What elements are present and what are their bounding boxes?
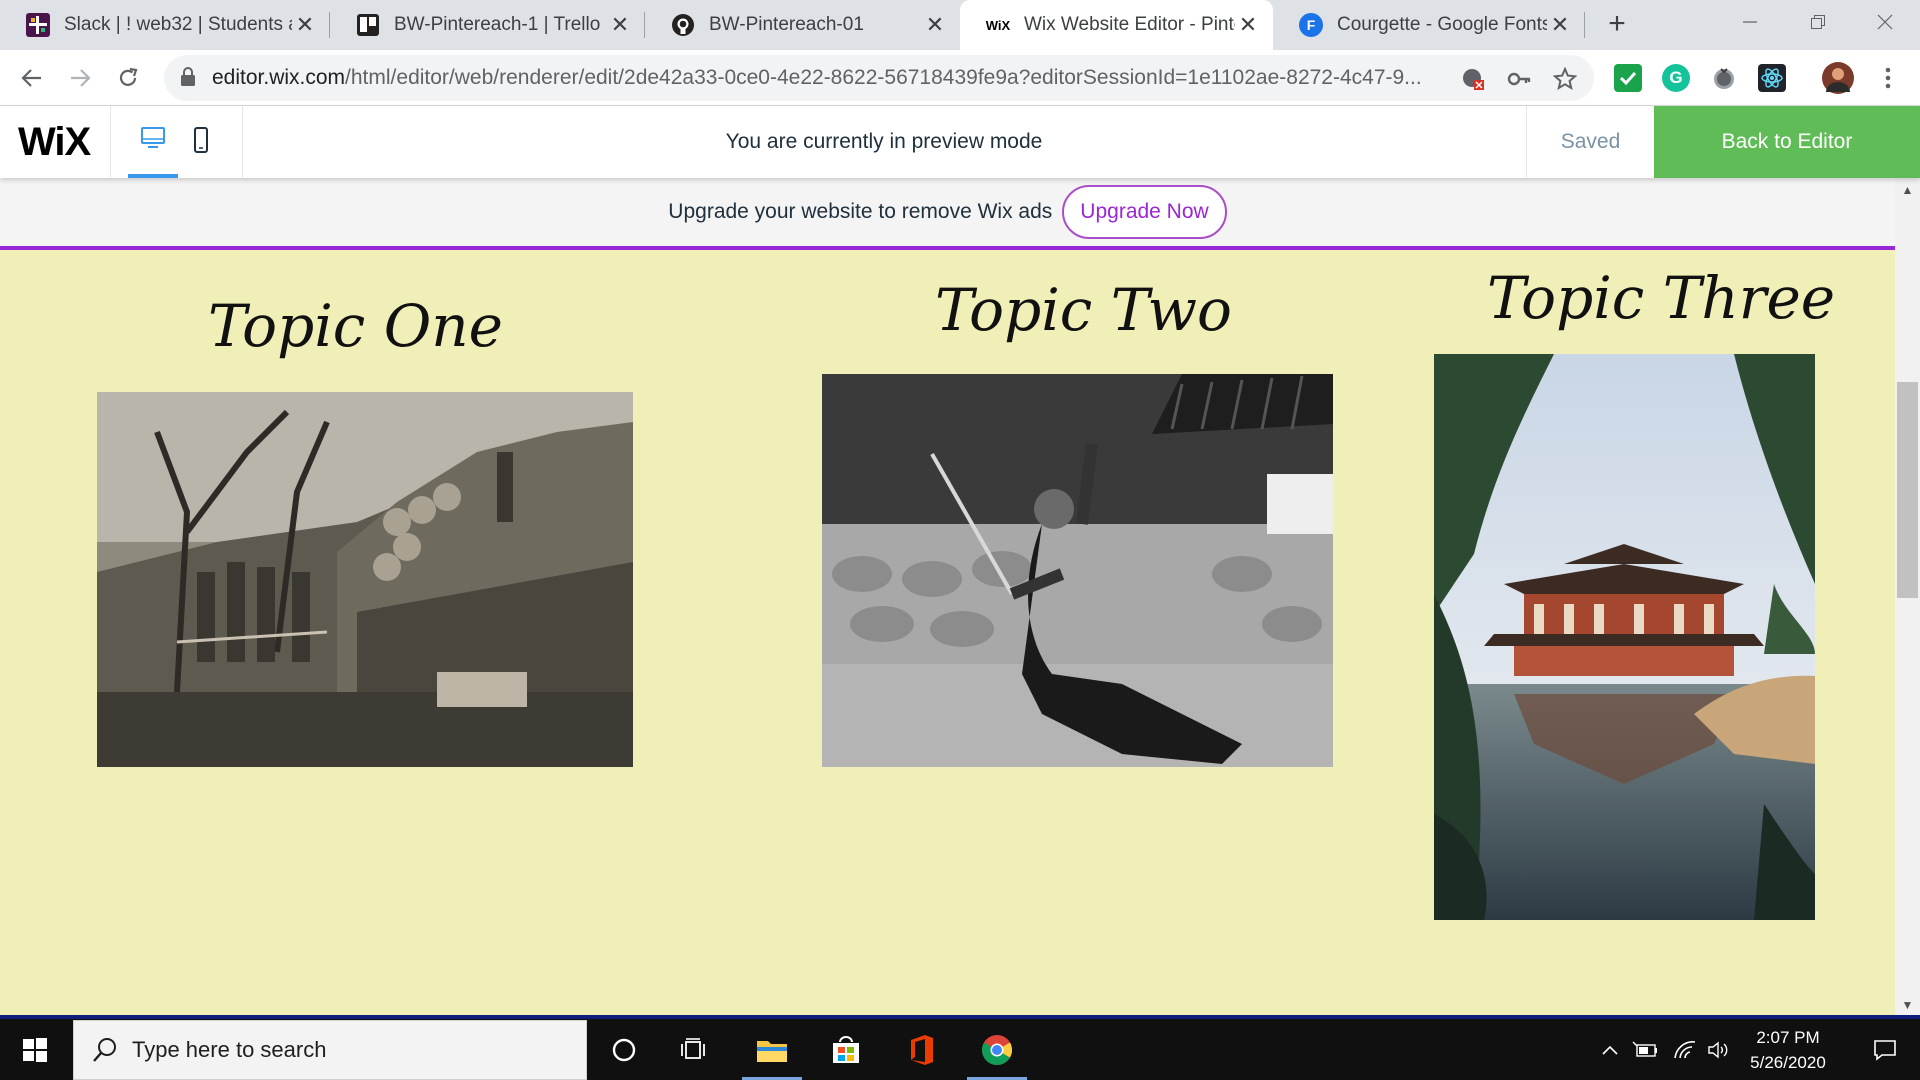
taskbar-clock[interactable]: 2:07 PM 5/26/2020 bbox=[1728, 1025, 1848, 1075]
wix-icon: WiX bbox=[985, 17, 1011, 33]
preview-mode-message: You are currently in preview mode bbox=[725, 130, 1043, 153]
action-center-icon[interactable] bbox=[1850, 1019, 1920, 1080]
close-icon[interactable]: ✕ bbox=[607, 12, 633, 38]
topic-three-title: Topic Three bbox=[1487, 264, 1836, 332]
github-icon bbox=[671, 13, 695, 37]
show-hidden-icons-icon[interactable] bbox=[1596, 1019, 1624, 1080]
browser-tab-strip: Slack | ! web32 | Students at ✕ BW-Pinte… bbox=[0, 0, 1920, 50]
trello-icon bbox=[356, 13, 380, 37]
desktop-view-button[interactable] bbox=[128, 106, 178, 178]
react-devtools-icon[interactable] bbox=[1758, 64, 1786, 92]
header-divider bbox=[110, 106, 111, 178]
desktop-icon bbox=[140, 126, 166, 155]
grammarly-icon[interactable]: G bbox=[1662, 64, 1690, 92]
minimize-icon[interactable] bbox=[1715, 0, 1785, 44]
reload-icon[interactable] bbox=[108, 58, 148, 98]
saved-status: Saved bbox=[1560, 130, 1621, 153]
google-fonts-icon: F bbox=[1299, 13, 1323, 37]
topic-three-image bbox=[1434, 354, 1815, 920]
new-tab-button[interactable]: + bbox=[1601, 9, 1633, 40]
tab-trello[interactable]: BW-Pintereach-1 | Trello ✕ bbox=[330, 0, 645, 50]
restore-icon[interactable] bbox=[1783, 0, 1853, 44]
ad-banner-text: Upgrade your website to remove Wix ads bbox=[668, 200, 1053, 223]
close-icon[interactable]: ✕ bbox=[1235, 12, 1261, 38]
task-view-icon[interactable] bbox=[660, 1019, 728, 1080]
tab-separator bbox=[1584, 12, 1585, 38]
tab-wix-editor[interactable]: WiX Wix Website Editor - Pinter ✕ bbox=[960, 0, 1273, 50]
wix-logo: WiX bbox=[18, 120, 91, 164]
url-host: editor.wix.com bbox=[212, 66, 346, 89]
tab-slack[interactable]: Slack | ! web32 | Students at ✕ bbox=[0, 0, 330, 50]
key-icon[interactable] bbox=[1506, 66, 1532, 92]
microsoft-store-icon[interactable] bbox=[812, 1019, 880, 1080]
bookmark-star-icon[interactable] bbox=[1552, 66, 1578, 92]
topic-one-image bbox=[97, 392, 633, 767]
ad-banner-content: Upgrade your website to remove Wix ads U… bbox=[0, 178, 1895, 246]
extension-check-icon[interactable] bbox=[1614, 64, 1642, 92]
cookie-blocked-icon[interactable] bbox=[1460, 66, 1486, 92]
search-placeholder: Type here to search bbox=[132, 1037, 327, 1062]
wix-ad-banner: Upgrade your website to remove Wix ads U… bbox=[0, 178, 1895, 250]
chrome-menu-icon[interactable] bbox=[1874, 64, 1902, 92]
upgrade-now-button[interactable]: Upgrade Now bbox=[1062, 185, 1227, 239]
back-to-editor-button[interactable]: Back to Editor bbox=[1654, 106, 1920, 178]
topic-two-title: Topic Two bbox=[935, 276, 1232, 344]
close-icon[interactable]: ✕ bbox=[1547, 12, 1573, 38]
window-close-icon[interactable] bbox=[1850, 0, 1920, 44]
battery-icon[interactable] bbox=[1630, 1019, 1660, 1080]
clock-time: 2:07 PM bbox=[1756, 1028, 1820, 1047]
slack-icon bbox=[26, 13, 50, 37]
close-icon[interactable]: ✕ bbox=[292, 12, 318, 38]
tab-title: Slack | ! web32 | Students at bbox=[64, 14, 292, 35]
scroll-up-icon[interactable]: ▲ bbox=[1895, 180, 1920, 200]
url-text: editor.wix.com/html/editor/web/renderer/… bbox=[212, 55, 1422, 101]
tab-title: Courgette - Google Fonts bbox=[1337, 14, 1547, 35]
topic-one-title: Topic One bbox=[208, 292, 503, 360]
tab-google-fonts[interactable]: F Courgette - Google Fonts ✕ bbox=[1273, 0, 1585, 50]
wifi-icon[interactable] bbox=[1670, 1019, 1700, 1080]
windows-taskbar: Type here to search 2:07 PM 5/26/2020 bbox=[0, 1019, 1920, 1080]
tab-title: Wix Website Editor - Pinter bbox=[1024, 14, 1235, 35]
site-page-canvas: Topic One Topic Two Topic Three bbox=[0, 250, 1895, 1015]
url-path: /html/editor/web/renderer/edit/2de42a33-… bbox=[345, 66, 1422, 89]
office-icon[interactable] bbox=[888, 1019, 956, 1080]
mobile-view-button[interactable] bbox=[176, 106, 226, 178]
back-arrow-icon[interactable] bbox=[12, 58, 52, 98]
forward-arrow-icon[interactable] bbox=[60, 58, 100, 98]
search-icon bbox=[92, 1037, 118, 1068]
windows-start-icon[interactable] bbox=[0, 1019, 70, 1080]
file-explorer-icon[interactable] bbox=[738, 1019, 806, 1080]
lock-icon bbox=[180, 67, 196, 92]
topic-two-image bbox=[822, 374, 1333, 767]
profile-avatar[interactable] bbox=[1822, 62, 1854, 94]
tab-title: BW-Pintereach-1 | Trello bbox=[394, 14, 601, 35]
tab-title: BW-Pintereach-01 bbox=[709, 14, 864, 35]
address-bar[interactable]: editor.wix.com/html/editor/web/renderer/… bbox=[164, 55, 1594, 101]
close-icon[interactable]: ✕ bbox=[922, 12, 948, 38]
extension-tomato-icon[interactable] bbox=[1710, 64, 1738, 92]
taskbar-search-box[interactable]: Type here to search bbox=[73, 1020, 587, 1080]
scrollbar-thumb[interactable] bbox=[1897, 382, 1918, 598]
scroll-down-icon[interactable]: ▼ bbox=[1895, 995, 1920, 1015]
mobile-icon bbox=[193, 126, 209, 158]
cortana-icon[interactable] bbox=[590, 1019, 658, 1080]
chrome-icon[interactable] bbox=[963, 1019, 1031, 1080]
clock-date: 5/26/2020 bbox=[1750, 1053, 1826, 1072]
wix-preview-header: WiX You are currently in preview mode Sa… bbox=[0, 106, 1920, 178]
tab-github[interactable]: BW-Pintereach-01 ✕ bbox=[645, 0, 960, 50]
